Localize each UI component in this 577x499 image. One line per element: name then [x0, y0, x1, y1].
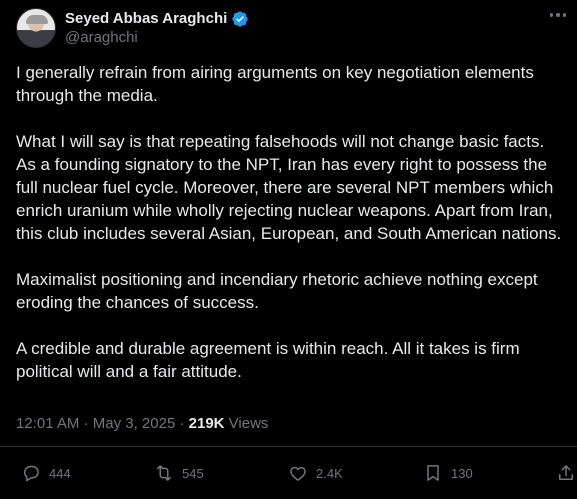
bookmark-count: 130	[451, 465, 473, 481]
reply-button[interactable]: 444	[21, 463, 71, 483]
tweet-paragraph: What I will say is that repeating falseh…	[16, 132, 562, 243]
more-icon[interactable]	[545, 8, 571, 22]
author-display-name[interactable]: Seyed Abbas Araghchi	[65, 9, 227, 28]
tweet-header: Seyed Abbas Araghchi @araghchi	[16, 6, 249, 50]
share-icon	[559, 465, 573, 480]
name-row: Seyed Abbas Araghchi	[65, 9, 249, 28]
views-count: 219K	[188, 415, 225, 432]
share-button[interactable]	[556, 463, 576, 483]
like-count: 2.4K	[316, 465, 343, 481]
repost-button[interactable]: 545	[154, 463, 204, 483]
more-dot	[562, 13, 567, 17]
verified-badge-icon	[232, 10, 248, 27]
bookmark-icon	[427, 465, 439, 481]
bookmark-button[interactable]: 130	[423, 463, 473, 483]
author-info: Seyed Abbas Araghchi @araghchi	[65, 9, 249, 47]
more-dot	[549, 13, 554, 17]
author-handle[interactable]: @araghchi	[65, 28, 249, 47]
tweet-paragraph: A credible and durable agreement is with…	[16, 339, 520, 381]
avatar[interactable]	[16, 8, 56, 48]
more-dot	[556, 13, 560, 17]
like-button[interactable]: 2.4K	[288, 463, 343, 483]
reply-count: 444	[49, 465, 71, 481]
tweet-text: I generally refrain from airing argument…	[16, 61, 577, 406]
tweet-paragraph: I generally refrain from airing argument…	[16, 63, 534, 105]
repost-icon	[157, 465, 171, 481]
tweet-time[interactable]: 12:01 AM	[16, 415, 79, 432]
views-label: Views	[224, 415, 269, 432]
divider	[0, 446, 577, 447]
action-bar: 444 545 2.4K 130	[0, 463, 577, 487]
repost-count: 545	[182, 465, 204, 481]
meta-separator: ·	[79, 415, 93, 432]
tweet-date[interactable]: May 3, 2025	[93, 415, 176, 432]
tweet-meta: 12:01 AM · May 3, 2025 · 219K Views	[16, 414, 268, 433]
meta-separator: ·	[175, 415, 189, 432]
reply-icon	[24, 465, 39, 482]
heart-icon	[290, 466, 306, 481]
tweet-paragraph: Maximalist positioning and incendiary rh…	[16, 270, 538, 312]
